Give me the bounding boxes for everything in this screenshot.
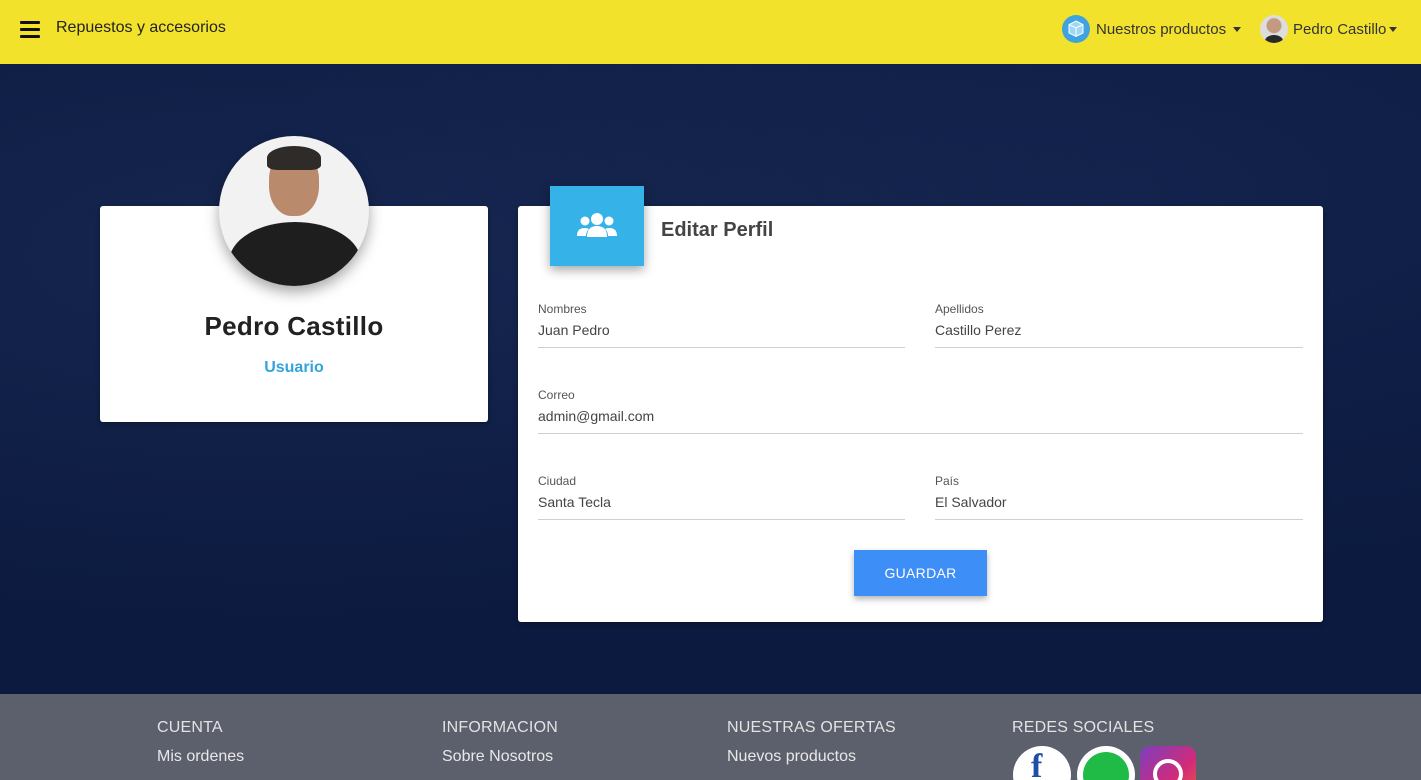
footer-title-informacion: INFORMACION <box>442 719 558 736</box>
footer-link-mis-ordenes[interactable]: Mis ordenes <box>157 748 244 766</box>
nombres-field: Nombres <box>538 302 905 348</box>
ciudad-label: Ciudad <box>538 474 577 488</box>
apellidos-input[interactable] <box>935 322 1303 348</box>
profile-photo <box>219 136 369 286</box>
footer-title-cuenta: CUENTA <box>157 719 223 736</box>
profile-role[interactable]: Usuario <box>100 359 488 377</box>
pais-input[interactable] <box>935 494 1303 520</box>
nombres-input[interactable] <box>538 322 905 348</box>
instagram-icon[interactable] <box>1140 746 1196 780</box>
chevron-down-icon <box>1389 26 1398 32</box>
products-dropdown[interactable]: Nuestros productos <box>1062 14 1242 44</box>
pais-label: País <box>935 474 960 488</box>
avatar <box>1260 15 1288 43</box>
apellidos-label: Apellidos <box>935 302 984 316</box>
correo-input[interactable] <box>538 408 1303 434</box>
ciudad-input[interactable] <box>538 494 905 520</box>
pais-field: País <box>935 474 1303 520</box>
footer-title-ofertas: NUESTRAS OFERTAS <box>727 719 896 736</box>
footer-title-redes: REDES SOCIALES <box>1012 719 1155 736</box>
users-icon <box>550 186 644 266</box>
package-icon <box>1062 15 1090 43</box>
ciudad-field: Ciudad <box>538 474 905 520</box>
nombres-label: Nombres <box>538 302 587 316</box>
correo-field: Correo <box>538 388 1303 434</box>
footer-link-sobre-nosotros[interactable]: Sobre Nosotros <box>442 748 553 766</box>
chevron-down-icon <box>1233 26 1242 32</box>
edit-profile-title: Editar Perfil <box>661 219 774 241</box>
user-label: Pedro Castillo <box>1293 20 1387 38</box>
apellidos-field: Apellidos <box>935 302 1303 348</box>
user-dropdown[interactable]: Pedro Castillo <box>1260 14 1398 44</box>
top-navbar: Repuestos y accesorios Nuestros producto… <box>0 0 1421 64</box>
menu-icon[interactable] <box>20 21 40 38</box>
footer <box>0 694 1421 780</box>
profile-name: Pedro Castillo <box>204 311 384 341</box>
footer-link-nuevos-productos[interactable]: Nuevos productos <box>727 748 856 766</box>
brand-title[interactable]: Repuestos y accesorios <box>56 19 226 37</box>
products-label: Nuestros productos <box>1096 20 1227 38</box>
correo-label: Correo <box>538 388 575 402</box>
save-button[interactable]: GUARDAR <box>854 550 987 596</box>
